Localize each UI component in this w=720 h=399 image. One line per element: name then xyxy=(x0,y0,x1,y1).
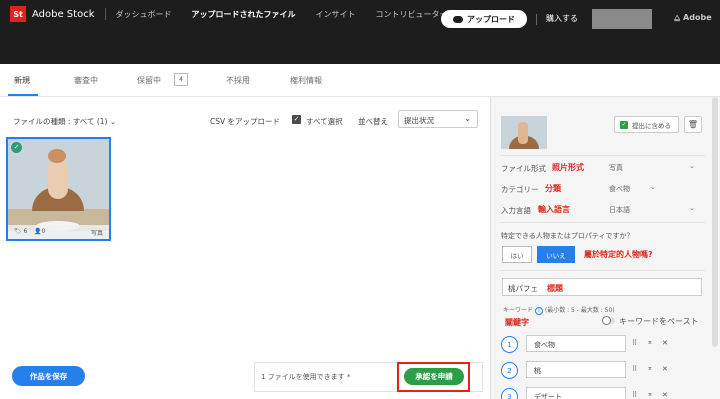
divider xyxy=(500,155,705,156)
subbar-divider xyxy=(536,14,537,25)
keywords-label: キーワード i (最小数 : 5 - 最大数 : 50) xyxy=(503,306,615,315)
checkbox-icon: ✓ xyxy=(620,120,628,129)
action-bar xyxy=(0,28,720,64)
move-to-top-icon[interactable]: ⌅ xyxy=(647,338,653,346)
tab-rights[interactable]: 権利情報 xyxy=(290,75,322,86)
photo-parfait-glass xyxy=(48,159,68,199)
file-type-value[interactable]: 写真 xyxy=(609,163,623,173)
divider xyxy=(500,222,705,223)
tab-new[interactable]: 新規 xyxy=(14,75,30,86)
account-avatar[interactable] xyxy=(592,9,652,29)
photo-peach xyxy=(48,149,66,163)
file-type-label: ファイル形式 xyxy=(501,164,546,173)
sort-dropdown[interactable]: 提出状況 ⌄ xyxy=(398,110,478,128)
file-type-filter[interactable]: ファイルの種類 : すべて (1) ⌄ xyxy=(13,116,116,127)
keyword-input[interactable]: 食べ物 xyxy=(526,335,626,352)
identifiable-question: 特定できる人物またはプロパティですか？ xyxy=(501,232,634,240)
chevron-down-icon[interactable]: ⌄ xyxy=(689,204,695,212)
info-icon[interactable]: i xyxy=(534,306,543,315)
cloud-upload-icon xyxy=(453,15,463,23)
category-annotation: 分類 xyxy=(545,184,561,193)
buy-link[interactable]: 購入する xyxy=(546,13,578,24)
nav-dashboard[interactable]: ダッシュボード xyxy=(116,9,172,20)
category-value[interactable]: 食べ物 xyxy=(609,184,630,194)
select-all-checkbox[interactable]: ✓ xyxy=(292,115,301,124)
drag-handle-icon[interactable]: ⠿ xyxy=(632,391,637,399)
adobe-logo[interactable]: ⧋ Adobe xyxy=(674,13,712,23)
nav-uploaded-files[interactable]: アップロードされたファイル xyxy=(192,9,296,20)
paste-keywords-toggle[interactable] xyxy=(602,316,615,325)
select-all-label[interactable]: すべて選択 xyxy=(306,116,343,127)
upload-button[interactable]: アップロード xyxy=(441,10,527,28)
pending-count-badge: 4 xyxy=(174,73,188,86)
language-label: 入力言語 xyxy=(501,206,531,215)
files-available-text: 1 ファイルを使用できます * xyxy=(261,373,351,381)
tag-count: 🏷 6 xyxy=(14,228,28,235)
stock-logo[interactable]: St xyxy=(10,6,26,22)
file-type-annotation: 照片形式 xyxy=(552,163,584,172)
selected-check-icon[interactable]: ✓ xyxy=(11,142,22,153)
keyword-number: 1 xyxy=(501,336,518,353)
divider xyxy=(500,270,705,271)
asset-thumbnail[interactable]: ✓ 🏷 6 👤0 写真 xyxy=(6,137,111,241)
tab-rejected[interactable]: 不採用 xyxy=(226,75,250,86)
nav-divider xyxy=(104,8,106,20)
tag-icon: 🏷 xyxy=(14,228,22,235)
close-icon[interactable]: ✕ xyxy=(662,365,668,373)
yes-button[interactable]: はい xyxy=(502,246,532,263)
chevron-down-icon[interactable]: ⌄ xyxy=(689,162,695,170)
tab-pending[interactable]: 保留中 xyxy=(137,75,161,86)
no-button[interactable]: いいえ xyxy=(537,246,575,263)
category-label: カテゴリー xyxy=(501,185,539,194)
submit-for-review-button[interactable]: 承認を申請 xyxy=(404,368,464,385)
question-annotation: 屬於特定的人物嗎? xyxy=(584,250,653,259)
chevron-down-icon[interactable]: ⌄ xyxy=(650,183,656,191)
title-field[interactable]: 桃パフェ xyxy=(502,278,702,296)
drag-handle-icon[interactable]: ⠿ xyxy=(632,339,637,347)
tab-under-review[interactable]: 審査中 xyxy=(74,75,98,86)
panel-thumbnail xyxy=(501,116,547,149)
status-tabs: 新規 審査中 保留中 4 不採用 権利情報 xyxy=(0,64,720,97)
drag-handle-icon[interactable]: ⠿ xyxy=(632,365,637,373)
include-in-submission-button[interactable]: ✓ 提出に含める xyxy=(614,116,679,133)
panel-scrollbar[interactable] xyxy=(712,97,718,347)
language-value[interactable]: 日本語 xyxy=(609,205,630,215)
chevron-down-icon: ⌄ xyxy=(109,117,117,126)
thumbnail-footer: 🏷 6 👤0 写真 xyxy=(8,225,109,239)
sort-value: 提出状況 xyxy=(404,116,434,125)
nav-insights[interactable]: インサイト xyxy=(316,9,356,20)
brand-name[interactable]: Adobe Stock xyxy=(32,9,95,20)
paste-keywords-label[interactable]: キーワードをペースト xyxy=(619,316,699,327)
save-work-button[interactable]: 作品を保存 xyxy=(12,366,85,386)
move-to-top-icon[interactable]: ⌅ xyxy=(647,390,653,398)
trash-icon[interactable]: 🗑 xyxy=(684,116,702,133)
sort-label: 並べ替え xyxy=(358,117,388,126)
close-icon[interactable]: ✕ xyxy=(662,391,668,399)
csv-upload-link[interactable]: CSV をアップロード xyxy=(210,116,280,127)
move-to-top-icon[interactable]: ⌅ xyxy=(647,364,653,372)
upload-label: アップロード xyxy=(467,14,515,24)
people-count: 👤0 xyxy=(34,228,46,235)
keyword-input[interactable]: 桃 xyxy=(526,361,626,378)
close-icon[interactable]: ✕ xyxy=(662,339,668,347)
keyword-number: 2 xyxy=(501,362,518,379)
asset-type: 写真 xyxy=(90,230,103,237)
language-annotation: 輸入語言 xyxy=(538,205,570,214)
title-annotation: 標題 xyxy=(547,284,563,293)
keywords-annotation: 關鍵字 xyxy=(505,318,529,327)
chevron-down-icon: ⌄ xyxy=(464,114,471,123)
keyword-input[interactable]: デザート xyxy=(526,387,626,399)
active-tab-indicator xyxy=(8,94,38,96)
keyword-number: 3 xyxy=(501,388,518,399)
